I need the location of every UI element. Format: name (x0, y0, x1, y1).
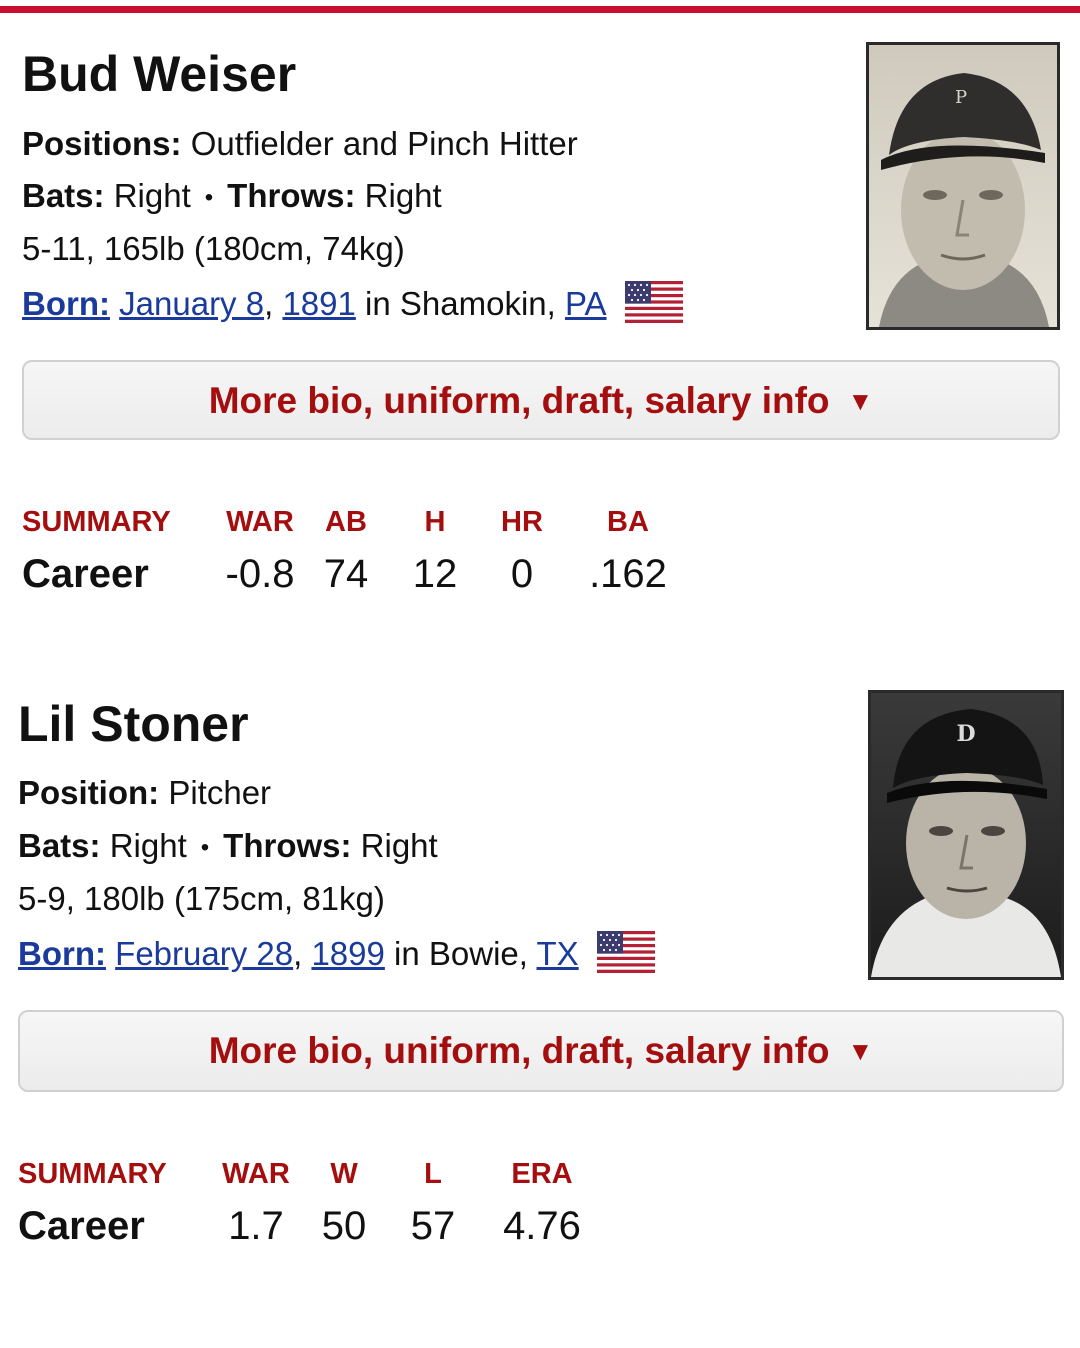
throws-value: Right (364, 177, 442, 214)
svg-text:D: D (956, 721, 975, 747)
career-summary-table: SUMMARY WAR W L ERA Career 1.7 50 57 4.7… (18, 1152, 612, 1256)
bats-throws-line: Bats: Right • Throws: Right (18, 826, 438, 868)
born-date-link[interactable]: February 28 (115, 935, 293, 972)
positions-line: Position: Pitcher (18, 773, 271, 813)
height-weight-line: 5-9, 180lb (175cm, 81kg) (18, 880, 385, 917)
positions-line: Positions: Outfielder and Pinch Hitter (22, 124, 578, 164)
war-header: WAR (226, 505, 294, 538)
h-value: 12 (412, 551, 458, 596)
born-year-link[interactable]: 1891 (282, 285, 355, 322)
svg-text:P: P (955, 87, 967, 108)
throws-label: Throws: (223, 827, 352, 864)
career-label: Career (18, 1203, 145, 1248)
player-photo: P (866, 42, 1060, 330)
more-info-label: More bio, uniform, draft, salary info (208, 380, 830, 421)
bats-throws-line: Bats: Right • Throws: Right (22, 176, 442, 218)
summary-header: SUMMARY (22, 505, 171, 538)
ab-header: AB (325, 505, 367, 538)
top-accent-bar (0, 6, 1080, 13)
l-header: L (424, 1157, 442, 1190)
born-line: Born: February 28, 1899 in Bowie, TX (18, 931, 655, 982)
throws-label: Throws: (227, 177, 356, 214)
bats-label: Bats: (18, 827, 101, 864)
era-value: 4.76 (503, 1203, 581, 1248)
hr-header: HR (501, 505, 543, 538)
player-name: Bud Weiser (22, 46, 297, 102)
war-value: 1.7 (228, 1203, 284, 1248)
positions-label: Positions: (22, 125, 182, 162)
separator-dot: • (204, 184, 214, 212)
ab-value: 74 (323, 551, 369, 596)
more-info-button[interactable]: More bio, uniform, draft, salary info ▼ (22, 360, 1060, 440)
more-info-button[interactable]: More bio, uniform, draft, salary info ▼ (18, 1010, 1064, 1092)
separator-dot: • (200, 834, 210, 862)
h-header: H (424, 505, 446, 538)
summary-header-row: SUMMARY WAR AB H HR BA (22, 500, 688, 544)
bats-value: Right (109, 827, 187, 864)
us-flag-icon (596, 931, 655, 982)
born-state-link[interactable]: TX (537, 935, 579, 972)
player-photo: D (868, 690, 1064, 980)
positions-value: Pitcher (168, 774, 272, 811)
career-label: Career (22, 551, 149, 596)
war-header: WAR (222, 1157, 290, 1190)
positions-label: Position: (18, 774, 160, 811)
summary-header: SUMMARY (18, 1157, 167, 1190)
born-year-link[interactable]: 1899 (311, 935, 384, 972)
era-header: ERA (511, 1157, 573, 1190)
born-state-link[interactable]: PA (565, 285, 607, 322)
height-weight-line: 5-11, 165lb (180cm, 74kg) (22, 230, 405, 267)
born-label-link[interactable]: Born: (18, 935, 106, 972)
more-info-label: More bio, uniform, draft, salary info (208, 1030, 830, 1071)
w-header: W (330, 1157, 358, 1190)
born-date-link[interactable]: January 8 (119, 285, 264, 322)
player-name: Lil Stoner (18, 696, 249, 752)
born-label-link[interactable]: Born: (22, 285, 110, 322)
bats-label: Bats: (22, 177, 105, 214)
war-value: -0.8 (225, 551, 295, 596)
career-summary-table: SUMMARY WAR AB H HR BA Career -0.8 74 12… (22, 500, 688, 604)
ba-header: BA (607, 505, 649, 538)
career-row: Career -0.8 74 12 0 .162 (22, 544, 688, 604)
career-row: Career 1.7 50 57 4.76 (18, 1196, 612, 1256)
born-place: in Shamokin, (365, 285, 556, 323)
summary-header-row: SUMMARY WAR W L ERA (18, 1152, 612, 1196)
hr-value: 0 (510, 551, 534, 596)
positions-value: Outfielder and Pinch Hitter (190, 125, 578, 162)
born-place: in Bowie, (394, 935, 528, 973)
l-value: 57 (410, 1203, 456, 1248)
ba-value: .162 (589, 551, 667, 596)
triangle-down-icon: ▼ (847, 386, 874, 416)
triangle-down-icon: ▼ (847, 1036, 874, 1066)
throws-value: Right (360, 827, 438, 864)
bats-value: Right (113, 177, 191, 214)
born-line: Born: January 8, 1891 in Shamokin, PA (22, 281, 683, 332)
us-flag-icon (624, 281, 683, 332)
w-value: 50 (321, 1203, 367, 1248)
